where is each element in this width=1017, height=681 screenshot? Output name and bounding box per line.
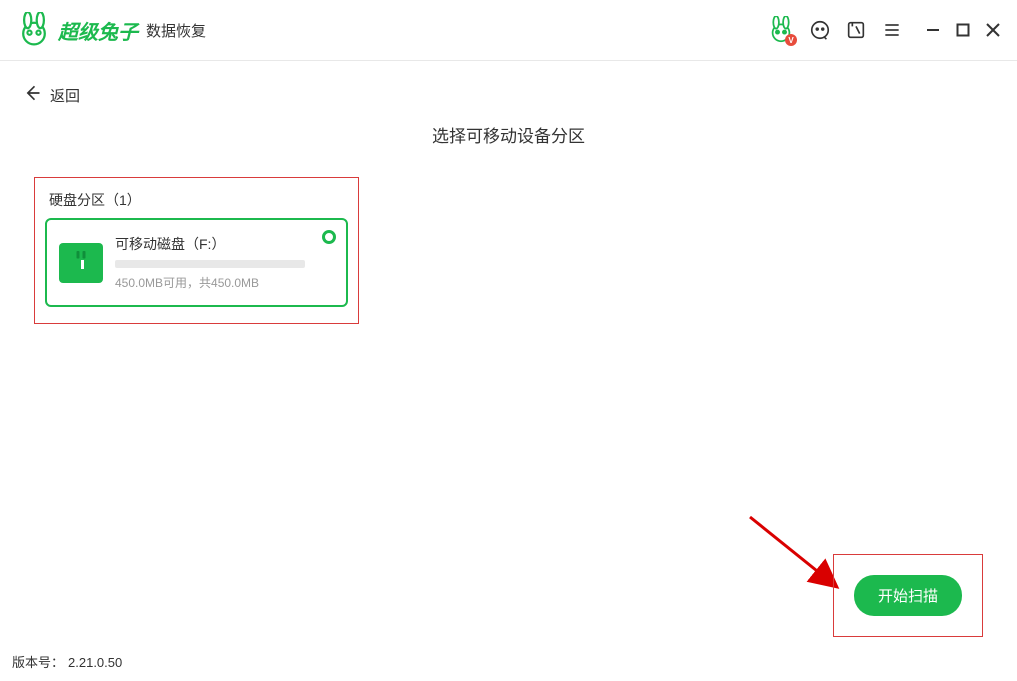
- partition-name: 可移动磁盘（F:）: [115, 234, 334, 254]
- page-title: 选择可移动设备分区: [0, 122, 1017, 147]
- usage-bar: [115, 260, 305, 268]
- back-button[interactable]: 返回: [0, 61, 1017, 118]
- title-bar: 超级兔子 数据恢复 V: [0, 0, 1017, 60]
- arrow-left-icon: [22, 83, 42, 108]
- scan-button-highlight: 开始扫描: [833, 554, 983, 637]
- rabbit-icon: [16, 12, 52, 48]
- menu-icon[interactable]: [881, 19, 903, 41]
- partition-group-highlight: 硬盘分区（1） 可移动磁盘（F:） 450.0MB可用，共450.0MB: [34, 177, 359, 324]
- tools-icon[interactable]: [845, 19, 867, 41]
- service-icon[interactable]: [809, 19, 831, 41]
- brand-subtitle: 数据恢复: [146, 20, 206, 41]
- app-logo: 超级兔子 数据恢复: [16, 12, 206, 48]
- partition-size: 450.0MB可用，共450.0MB: [115, 274, 334, 291]
- vip-badge-icon: V: [785, 34, 797, 46]
- partition-info: 可移动磁盘（F:） 450.0MB可用，共450.0MB: [115, 234, 334, 291]
- version-value: 2.21.0.50: [68, 655, 122, 670]
- brand-name: 超级兔子: [58, 16, 138, 45]
- removable-disk-icon: [59, 243, 103, 283]
- minimize-button[interactable]: [925, 22, 941, 38]
- start-scan-button[interactable]: 开始扫描: [854, 575, 962, 616]
- version-label: 版本号：: [12, 655, 64, 670]
- version-footer: 版本号： 2.21.0.50: [12, 652, 122, 671]
- maximize-button[interactable]: [955, 22, 971, 38]
- selected-indicator-icon: [322, 230, 336, 244]
- partition-card[interactable]: 可移动磁盘（F:） 450.0MB可用，共450.0MB: [45, 218, 348, 307]
- close-button[interactable]: [985, 22, 1001, 38]
- back-label: 返回: [50, 85, 80, 106]
- partition-group-label: 硬盘分区（1）: [45, 190, 348, 210]
- user-avatar[interactable]: V: [767, 16, 795, 44]
